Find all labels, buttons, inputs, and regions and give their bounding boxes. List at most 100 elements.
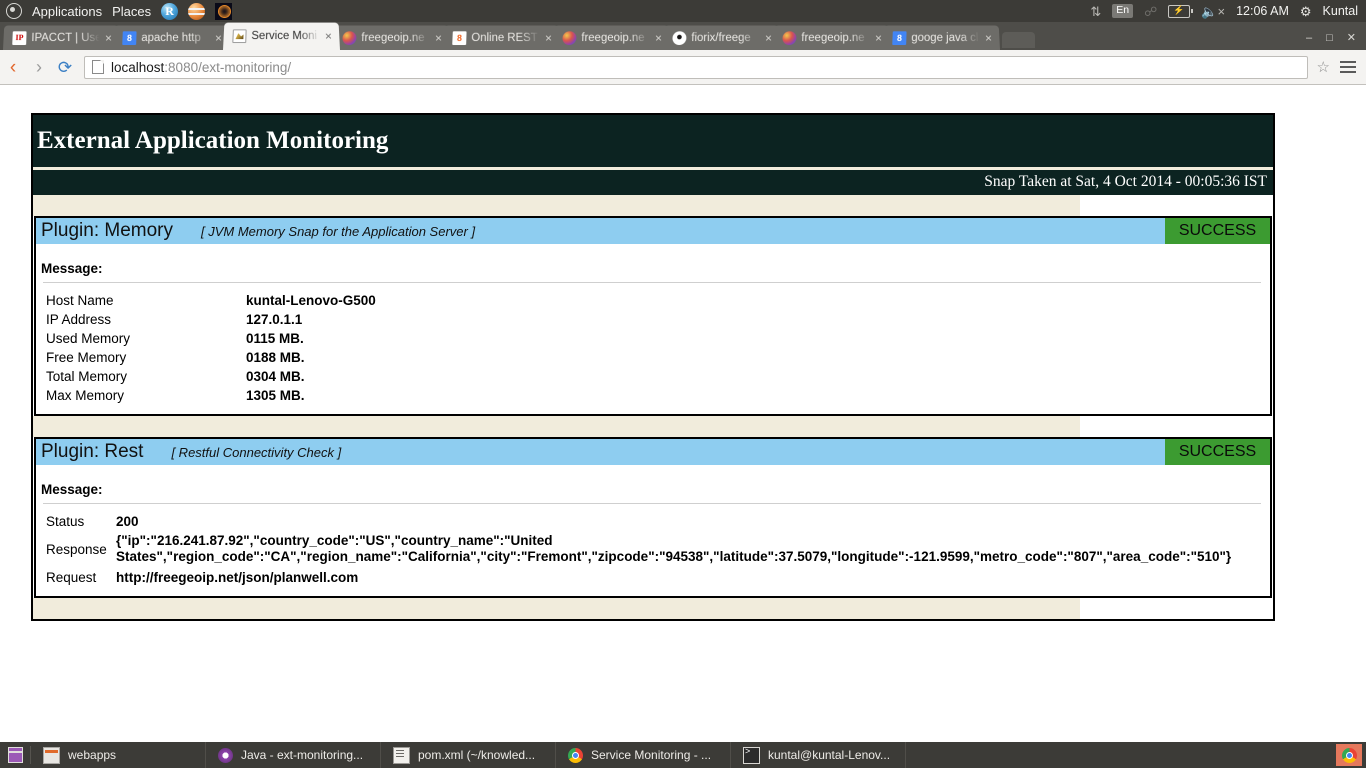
service-monitoring-favicon [232, 29, 247, 44]
table-row: Request http://freegeoip.net/json/planwe… [36, 568, 1270, 587]
tab-title: apache http [141, 31, 201, 44]
plugin-description: [ JVM Memory Snap for the Application Se… [201, 223, 476, 239]
ipacct-favicon: IP [12, 30, 27, 45]
memory-detail-table: Host Name kuntal-Lenovo-G500 IP Address … [36, 291, 1270, 405]
row-value: 0115 MB. [246, 330, 304, 346]
plugin-spacer [33, 415, 1080, 437]
divider [43, 502, 1261, 504]
taskbar-item-pom-xml[interactable]: pom.xml (~/knowled... [381, 742, 556, 768]
bookmark-star-icon[interactable]: ☆ [1317, 58, 1330, 76]
text-editor-icon [393, 746, 410, 764]
online-rest-favicon: 8 [452, 30, 467, 45]
plugin-header: Plugin: Memory [ JVM Memory Snap for the… [36, 217, 1270, 244]
os-panel-left: Applications Places R [0, 2, 233, 20]
table-row: Max Memory 1305 MB. [36, 386, 1270, 405]
browser-tab-freegeoip-1[interactable]: freegeoip.ne × [333, 25, 450, 50]
tab-title: googe java cl [911, 31, 979, 44]
tab-title: freegeoip.ne [801, 31, 865, 44]
row-value: 0304 MB. [246, 368, 305, 384]
table-row: Total Memory 0304 MB. [36, 367, 1270, 386]
page-title: External Application Monitoring [37, 127, 389, 154]
taskbar-tray-chrome[interactable] [1336, 744, 1362, 766]
globe-browser-icon[interactable] [188, 2, 206, 20]
browser-tab-strip: IP IPACCT | Use × 8 apache http × Servic… [0, 22, 1366, 50]
taskbar-item-service-monitoring[interactable]: Service Monitoring - ... [556, 742, 731, 768]
snap-timestamp-bar: Snap Taken at Sat, 4 Oct 2014 - 00:05:36… [33, 169, 1273, 195]
address-bar[interactable]: localhost:8080/ext-monitoring/ [84, 55, 1308, 79]
close-window-button[interactable]: ✕ [1347, 31, 1356, 44]
status-badge: SUCCESS [1165, 438, 1270, 465]
url-host: localhost [111, 59, 165, 75]
eclipse-icon[interactable] [215, 2, 233, 20]
taskbar-item-label: pom.xml (~/knowled... [418, 748, 536, 762]
forward-button[interactable]: › [26, 58, 52, 76]
tab-close-icon[interactable]: × [981, 31, 995, 45]
chrome-icon [1341, 747, 1357, 763]
reload-button[interactable]: ⟳ [52, 59, 78, 76]
applications-menu[interactable]: Applications [32, 4, 102, 19]
url-text: localhost:8080/ext-monitoring/ [111, 60, 291, 75]
bluetooth-icon[interactable]: ☍ [1144, 5, 1157, 18]
freegeoip-favicon [562, 30, 577, 45]
table-row: Response {"ip":"216.241.87.92","country_… [36, 531, 1270, 569]
plugin-name: Plugin: Rest [41, 440, 144, 462]
freegeoip-favicon [342, 30, 357, 45]
tab-title: freegeoip.ne [581, 31, 645, 44]
gnome-logo-icon[interactable] [6, 3, 22, 19]
eclipse-java-icon [218, 747, 233, 763]
tab-close-icon[interactable]: × [321, 29, 335, 43]
maximize-button[interactable]: □ [1326, 32, 1333, 44]
file-manager-icon [43, 746, 60, 764]
taskbar-item-label: kuntal@kuntal-Lenov... [768, 748, 891, 762]
taskbar-item-terminal[interactable]: kuntal@kuntal-Lenov... [731, 742, 906, 768]
github-favicon: ● [672, 30, 687, 45]
places-menu[interactable]: Places [112, 4, 151, 19]
monitoring-page: External Application Monitoring Snap Tak… [31, 113, 1275, 622]
plugin-card-memory: Plugin: Memory [ JVM Memory Snap for the… [34, 215, 1272, 416]
back-button[interactable]: ‹ [0, 58, 26, 77]
gear-icon[interactable]: ⚙ [1300, 5, 1312, 18]
window-controls: – □ ✕ [1306, 31, 1366, 50]
freegeoip-favicon [782, 30, 797, 45]
browser-tab-online-rest[interactable]: 8 Online REST × [443, 25, 560, 50]
row-key: Max Memory [46, 387, 125, 403]
tab-title: Service Moni [251, 30, 318, 43]
plugin-header: Plugin: Rest [ Restful Connectivity Chec… [36, 438, 1270, 465]
page-header: External Application Monitoring [33, 115, 1273, 170]
browser-tab-freegeoip-2[interactable]: freegeoip.ne × [553, 25, 670, 50]
r-statistics-icon[interactable]: R [161, 2, 179, 20]
network-updown-icon[interactable]: ⇅ [1090, 5, 1101, 18]
minimize-button[interactable]: – [1306, 32, 1312, 44]
row-value: 0188 MB. [246, 349, 305, 365]
row-key: IP Address [46, 311, 112, 327]
taskbar-item-java-eclipse[interactable]: Java - ext-monitoring... [206, 742, 381, 768]
url-path: :8080/ext-monitoring/ [164, 59, 292, 75]
show-desktop-button[interactable] [0, 742, 30, 768]
browser-tab-ipacct[interactable]: IP IPACCT | Use × [3, 25, 120, 50]
taskbar-item-label: webapps [68, 748, 117, 762]
os-taskbar: webapps Java - ext-monitoring... pom.xml… [0, 742, 1366, 768]
row-key: Free Memory [46, 349, 127, 365]
clock[interactable]: 12:06 AM [1236, 4, 1289, 18]
page-footer-spacer [33, 598, 1080, 620]
browser-tab-service-monitoring[interactable]: Service Moni × [223, 22, 340, 50]
browser-tab-freegeoip-3[interactable]: freegeoip.ne × [773, 25, 890, 50]
browser-tab-google-java[interactable]: 8 googe java cl × [883, 25, 1000, 50]
battery-charging-icon[interactable]: ⚡ [1168, 4, 1194, 18]
keyboard-layout-indicator[interactable]: En [1112, 4, 1134, 18]
table-row: Status 200 [36, 512, 1270, 531]
chrome-menu-icon[interactable] [1340, 61, 1356, 73]
table-row: Used Memory 0115 MB. [36, 329, 1270, 348]
table-row: Host Name kuntal-Lenovo-G500 [36, 291, 1270, 310]
taskbar-item-webapps[interactable]: webapps [31, 742, 206, 768]
row-key: Total Memory [46, 368, 128, 384]
new-tab-button[interactable] [1002, 32, 1035, 48]
page-viewport: External Application Monitoring Snap Tak… [0, 86, 1366, 742]
volume-muted-icon[interactable]: 🔈× [1201, 5, 1225, 18]
page-info-icon[interactable] [92, 60, 104, 74]
taskbar-item-label: Service Monitoring - ... [591, 748, 712, 762]
user-menu[interactable]: Kuntal [1323, 4, 1358, 18]
browser-toolbar: ‹ › ⟳ localhost:8080/ext-monitoring/ ☆ [0, 50, 1366, 85]
browser-tab-apache-http[interactable]: 8 apache http × [113, 25, 230, 50]
browser-tab-github-fiorix[interactable]: ● fiorix/freege × [663, 25, 780, 50]
